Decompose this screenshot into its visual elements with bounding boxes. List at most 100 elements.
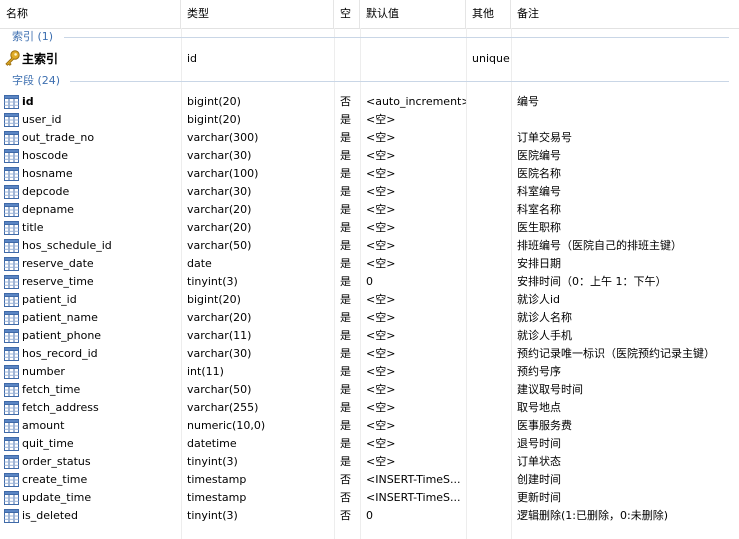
column-header-default[interactable]: 默认值 [360, 0, 466, 28]
field-name-cell: create_time [0, 471, 181, 489]
field-row[interactable]: depname varchar(20) 是 <空> 科室名称 [0, 201, 739, 219]
field-name-cell: number [0, 363, 181, 381]
group-fields[interactable]: 字段 (24) [0, 72, 739, 90]
field-other-cell [466, 381, 511, 399]
field-row[interactable]: amount numeric(10,0) 是 <空> 医事服务费 [0, 417, 739, 435]
field-note-cell: 就诊人名称 [517, 311, 572, 324]
field-note-cell: 逻辑删除(1:已删除，0:未删除) [517, 509, 668, 522]
table-field-icon [4, 257, 19, 271]
field-name-text: reserve_time [22, 275, 94, 288]
field-row[interactable]: hosname varchar(100) 是 <空> 医院名称 [0, 165, 739, 183]
column-header-null[interactable]: 空 [334, 0, 360, 28]
field-name-cell: update_time [0, 489, 181, 507]
field-type-cell: tinyint(3) [187, 275, 238, 288]
column-header-other[interactable]: 其他 [466, 0, 511, 28]
field-row[interactable]: patient_name varchar(20) 是 <空> 就诊人名称 [0, 309, 739, 327]
field-note-cell: 创建时间 [517, 473, 561, 486]
field-row[interactable]: fetch_address varchar(255) 是 <空> 取号地点 [0, 399, 739, 417]
field-default-cell: <空> [366, 257, 396, 270]
field-default-cell: <空> [366, 401, 396, 414]
field-type-cell: bigint(20) [187, 113, 241, 126]
table-field-icon [4, 95, 19, 109]
field-name-text: depcode [22, 185, 70, 198]
table-field-icon [4, 113, 19, 127]
field-type-cell: int(11) [187, 365, 224, 378]
field-other-cell [466, 453, 511, 471]
field-row[interactable]: order_status tinyint(3) 是 <空> 订单状态 [0, 453, 739, 471]
field-null-cell: 是 [340, 113, 351, 126]
field-row[interactable]: quit_time datetime 是 <空> 退号时间 [0, 435, 739, 453]
field-row[interactable]: id bigint(20) 否 <auto_increment> 编号 [0, 93, 739, 111]
field-row[interactable]: update_time timestamp 否 <INSERT-TimeS... 更新时… [0, 489, 739, 507]
group-index[interactable]: 索引 (1) [0, 28, 739, 46]
field-type-cell: varchar(20) [187, 221, 252, 234]
field-row[interactable]: depcode varchar(30) 是 <空> 科室编号 [0, 183, 739, 201]
field-name-text: update_time [22, 491, 92, 504]
index-row[interactable]: 主索引 id unique [0, 46, 739, 72]
field-default-cell: <空> [366, 365, 396, 378]
field-row[interactable]: reserve_time tinyint(3) 是 0 安排时间（0：上午 1：下午） [0, 273, 739, 291]
field-row[interactable]: title varchar(20) 是 <空> 医生职称 [0, 219, 739, 237]
table-field-icon [4, 365, 19, 379]
field-name-cell: patient_name [0, 309, 181, 327]
field-row[interactable]: patient_id bigint(20) 是 <空> 就诊人id [0, 291, 739, 309]
field-row[interactable]: out_trade_no varchar(300) 是 <空> 订单交易号 [0, 129, 739, 147]
field-name-cell: reserve_time [0, 273, 181, 291]
table-field-icon [4, 167, 19, 181]
field-null-cell: 是 [340, 365, 351, 378]
field-null-cell: 是 [340, 401, 351, 414]
field-default-cell: <空> [366, 419, 396, 432]
index-row-name: 主索引 [0, 46, 181, 72]
field-default-cell: <空> [366, 167, 396, 180]
field-row[interactable]: patient_phone varchar(11) 是 <空> 就诊人手机 [0, 327, 739, 345]
field-row[interactable]: is_deleted tinyint(3) 否 0 逻辑删除(1:已删除，0:未删除) [0, 507, 739, 525]
field-default-cell: <空> [366, 383, 396, 396]
column-header-note[interactable]: 备注 [511, 0, 739, 28]
field-type-cell: varchar(255) [187, 401, 259, 414]
field-other-cell [466, 345, 511, 363]
field-row[interactable]: reserve_date date 是 <空> 安排日期 [0, 255, 739, 273]
field-name-text: fetch_time [22, 383, 81, 396]
field-type-cell: varchar(20) [187, 311, 252, 324]
field-note-cell: 医事服务费 [517, 419, 572, 432]
table-field-icon [4, 473, 19, 487]
field-row[interactable]: number int(11) 是 <空> 预约号序 [0, 363, 739, 381]
field-row[interactable]: user_id bigint(20) 是 <空> [0, 111, 739, 129]
field-row[interactable]: hoscode varchar(30) 是 <空> 医院编号 [0, 147, 739, 165]
table-field-icon [4, 149, 19, 163]
field-other-cell [466, 237, 511, 255]
table-structure-grid: 名称 类型 空 默认值 其他 备注 索引 (1) 主索引 id unique 字… [0, 0, 739, 539]
field-type-cell: varchar(100) [187, 167, 259, 180]
field-other-cell [466, 489, 511, 507]
field-null-cell: 否 [340, 473, 351, 486]
field-note-cell: 就诊人手机 [517, 329, 572, 342]
field-other-cell [466, 435, 511, 453]
field-row[interactable]: hos_record_id varchar(30) 是 <空> 预约记录唯一标识（医院预… [0, 345, 739, 363]
group-index-label: 索引 (1) [12, 30, 54, 43]
field-other-cell [466, 273, 511, 291]
field-name-text: create_time [22, 473, 88, 486]
field-name-text: fetch_address [22, 401, 99, 414]
field-note-cell: 建议取号时间 [517, 383, 583, 396]
field-type-cell: bigint(20) [187, 95, 241, 108]
field-name-text: depname [22, 203, 74, 216]
field-name-cell: order_status [0, 453, 181, 471]
field-name-text: amount [22, 419, 65, 432]
field-default-cell: <空> [366, 131, 396, 144]
field-other-cell [466, 201, 511, 219]
table-field-icon [4, 239, 19, 253]
field-row[interactable]: fetch_time varchar(50) 是 <空> 建议取号时间 [0, 381, 739, 399]
table-field-icon [4, 293, 19, 307]
column-header-name[interactable]: 名称 [0, 0, 181, 28]
field-name-text: patient_name [22, 311, 98, 324]
field-null-cell: 是 [340, 419, 351, 432]
field-row[interactable]: create_time timestamp 否 <INSERT-TimeS... 创建时… [0, 471, 739, 489]
field-null-cell: 是 [340, 221, 351, 234]
field-type-cell: varchar(20) [187, 203, 252, 216]
field-row[interactable]: hos_schedule_id varchar(50) 是 <空> 排班编号（医院自己的… [0, 237, 739, 255]
field-other-cell [466, 165, 511, 183]
field-type-cell: varchar(50) [187, 239, 252, 252]
field-other-cell [466, 111, 511, 129]
field-default-cell: <空> [366, 113, 396, 126]
column-header-type[interactable]: 类型 [181, 0, 334, 28]
